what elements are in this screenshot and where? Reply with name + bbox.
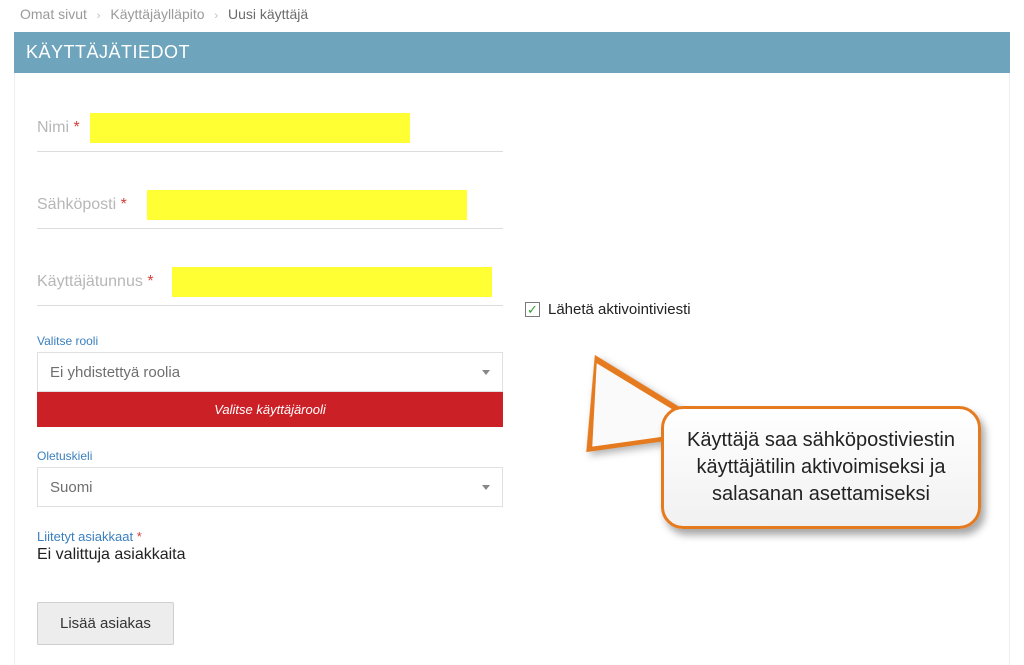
role-label: Valitse rooli <box>37 334 503 348</box>
linked-customers-label: Liitetyt asiakkaat * <box>37 529 503 544</box>
breadcrumb-current: Uusi käyttäjä <box>228 6 308 22</box>
username-label: Käyttäjätunnus * <box>37 273 154 291</box>
breadcrumb-item-omat-sivut[interactable]: Omat sivut <box>20 6 87 22</box>
check-icon: ✓ <box>527 303 538 316</box>
linked-customers-value: Ei valittuja asiakkaita <box>37 546 503 564</box>
email-input[interactable] <box>147 190 467 220</box>
chevron-down-icon <box>482 370 490 375</box>
add-customer-button[interactable]: Lisää asiakas <box>37 602 174 645</box>
language-select[interactable]: Suomi <box>37 467 503 507</box>
field-email: Sähköposti * <box>37 180 503 229</box>
chevron-right-icon: › <box>214 10 218 22</box>
panel-title: KÄYTTÄJÄTIEDOT <box>14 32 1010 73</box>
language-label: Oletuskieli <box>37 449 503 463</box>
chevron-down-icon <box>482 485 490 490</box>
help-callout: Käyttäjä saa sähköpostiviestin käyttäjät… <box>661 406 981 529</box>
activation-checkbox[interactable]: ✓ <box>525 302 540 317</box>
name-label: Nimi * <box>37 119 80 137</box>
username-input[interactable] <box>172 267 492 297</box>
breadcrumb-item-kayttajayllapito[interactable]: Käyttäjäylläpito <box>110 6 204 22</box>
email-label: Sähköposti * <box>37 196 127 214</box>
role-select[interactable]: Ei yhdistettyä roolia <box>37 352 503 392</box>
breadcrumb: Omat sivut › Käyttäjäylläpito › Uusi käy… <box>0 0 1024 32</box>
language-selected-value: Suomi <box>50 479 93 496</box>
field-username: Käyttäjätunnus * <box>37 257 503 306</box>
activation-checkbox-row: ✓ Lähetä aktivointiviesti <box>525 301 691 318</box>
name-input[interactable] <box>90 113 410 143</box>
role-selected-value: Ei yhdistettyä roolia <box>50 364 180 381</box>
chevron-right-icon: › <box>97 10 101 22</box>
activation-checkbox-label: Lähetä aktivointiviesti <box>548 301 691 318</box>
role-error: Valitse käyttäjärooli <box>37 392 503 427</box>
field-name: Nimi * <box>37 103 503 152</box>
